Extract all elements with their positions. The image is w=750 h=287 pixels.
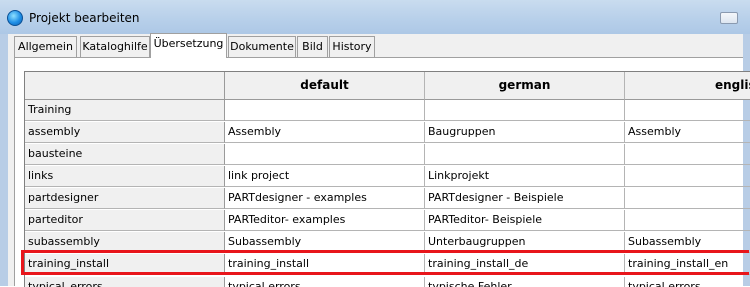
window-title: Projekt bearbeiten — [29, 11, 140, 25]
column-header-english[interactable]: english — [625, 72, 750, 100]
english-cell[interactable] — [625, 210, 750, 231]
german-cell[interactable]: PARTeditor- Beispiele — [425, 210, 625, 231]
default-cell[interactable]: Assembly — [225, 122, 425, 143]
window-titlebar: Projekt bearbeiten — [0, 0, 750, 34]
table-row[interactable]: partdesigner PARTdesigner - examples PAR… — [25, 188, 750, 209]
tab-label: Kataloghilfe — [82, 40, 148, 53]
default-cell[interactable]: PARTdesigner - examples — [225, 188, 425, 209]
window-frame-left — [0, 34, 8, 286]
german-cell[interactable]: Baugruppen — [425, 122, 625, 143]
english-cell[interactable]: Assembly — [625, 122, 750, 143]
app-icon — [7, 10, 23, 26]
tab-bild[interactable]: Bild — [297, 36, 328, 57]
english-cell[interactable] — [625, 166, 750, 187]
table-row[interactable]: Training — [25, 100, 750, 121]
row-key-cell[interactable]: parteditor — [25, 210, 225, 231]
english-cell[interactable] — [625, 100, 750, 121]
row-key-cell[interactable]: partdesigner — [25, 188, 225, 209]
table-row[interactable]: parteditor PARTeditor- examples PARTedit… — [25, 210, 750, 231]
table-header-row: default german english — [25, 72, 750, 100]
table-row[interactable]: links link project Linkprojekt — [25, 166, 750, 187]
table-row[interactable]: bausteine — [25, 144, 750, 165]
default-cell[interactable]: link project — [225, 166, 425, 187]
column-header-default[interactable]: default — [225, 72, 425, 100]
default-cell[interactable] — [225, 100, 425, 121]
highlight-box — [21, 250, 749, 275]
german-cell[interactable] — [425, 100, 625, 121]
row-key-cell[interactable]: bausteine — [25, 144, 225, 165]
tab-label: Dokumente — [230, 40, 294, 53]
row-key-cell[interactable]: Training — [25, 100, 225, 121]
english-cell[interactable] — [625, 188, 750, 209]
tab-allgemein[interactable]: Allgemein — [14, 36, 77, 57]
row-key-cell[interactable]: links — [25, 166, 225, 187]
english-cell[interactable] — [625, 144, 750, 165]
tab-history[interactable]: History — [329, 36, 375, 57]
german-cell[interactable]: Linkprojekt — [425, 166, 625, 187]
tab-kataloghilfe[interactable]: Kataloghilfe — [80, 36, 150, 57]
default-cell[interactable]: PARTeditor- examples — [225, 210, 425, 231]
default-cell[interactable] — [225, 144, 425, 165]
tab-uebersetzung[interactable]: Übersetzung — [150, 33, 227, 58]
tab-label: Allgemein — [18, 40, 73, 53]
row-key-cell[interactable]: assembly — [25, 122, 225, 143]
close-button[interactable] — [720, 12, 738, 24]
corner-header-cell — [25, 72, 225, 100]
tab-label: History — [332, 40, 372, 53]
tab-dokumente[interactable]: Dokumente — [228, 36, 296, 57]
tab-label: Bild — [302, 40, 323, 53]
tab-label: Übersetzung — [153, 37, 224, 50]
column-header-german[interactable]: german — [425, 72, 625, 100]
table-row[interactable]: assembly Assembly Baugruppen Assembly — [25, 122, 750, 143]
german-cell[interactable]: PARTdesigner - Beispiele — [425, 188, 625, 209]
german-cell[interactable] — [425, 144, 625, 165]
